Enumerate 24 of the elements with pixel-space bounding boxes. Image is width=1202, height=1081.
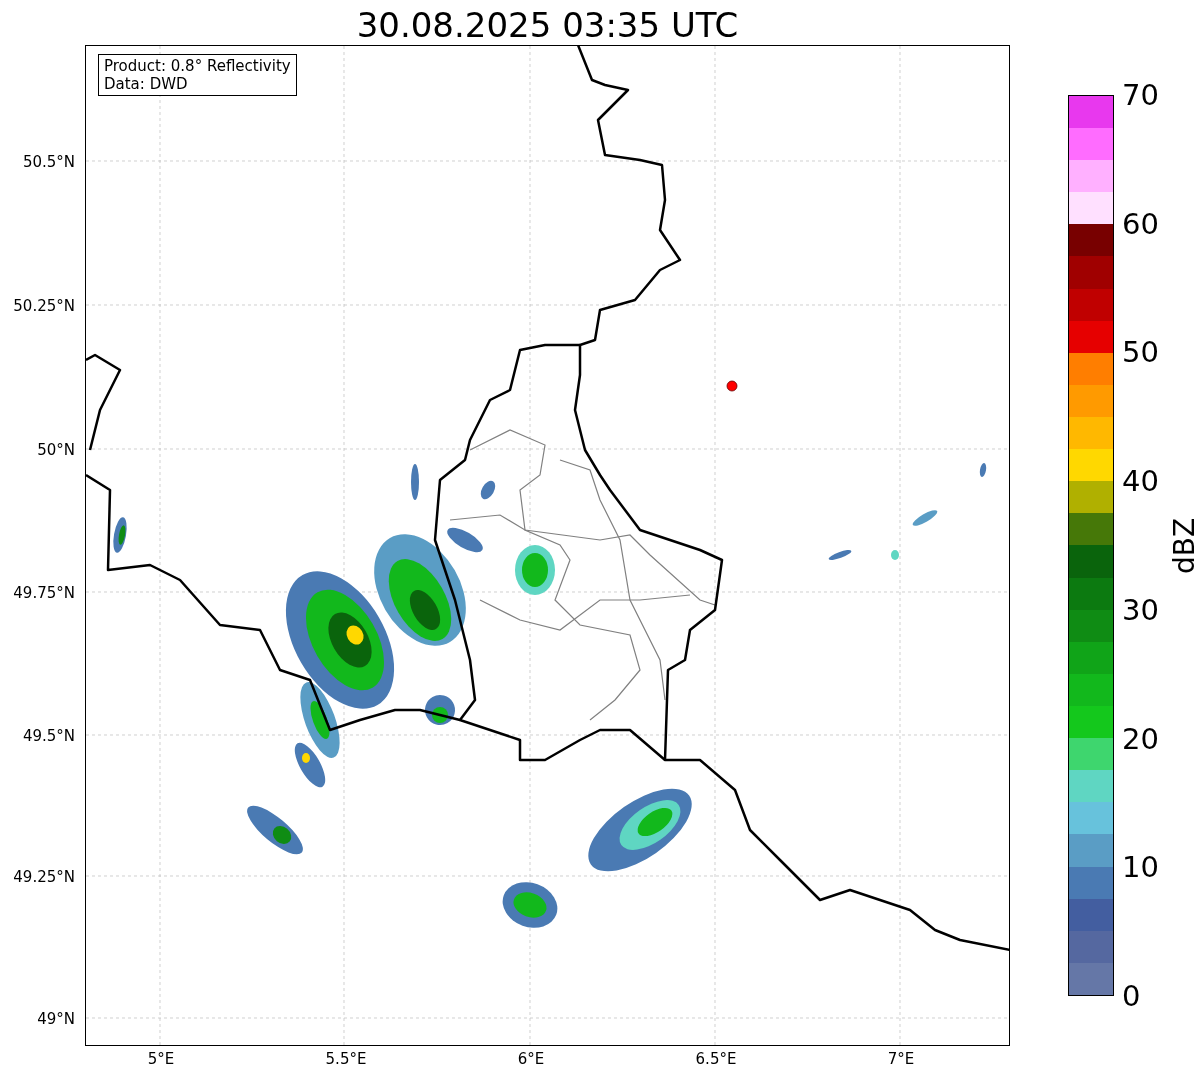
colorbar-axis-label: dBZ bbox=[1169, 516, 1201, 576]
colorbar-tick-label: 30 bbox=[1122, 593, 1159, 626]
colorbar-tick-label: 50 bbox=[1122, 336, 1159, 369]
latitude-label: 49°N bbox=[37, 1010, 75, 1028]
colorbar-tick-label: 40 bbox=[1122, 465, 1159, 498]
latitude-label: 50°N bbox=[37, 441, 75, 459]
longitude-label: 5.5°E bbox=[324, 1050, 368, 1068]
longitude-label: 6.5°E bbox=[694, 1050, 738, 1068]
legend-text: Product: 0.8° Reflectivity bbox=[104, 57, 291, 75]
colorbar-tick-label: 60 bbox=[1122, 207, 1159, 240]
latitude-label: 49.25°N bbox=[13, 868, 75, 886]
longitude-label: 7°E bbox=[886, 1050, 916, 1068]
latitude-label: 50.25°N bbox=[13, 297, 75, 315]
legend-text: Data: DWD bbox=[104, 75, 189, 93]
colorbar-tick-label: 20 bbox=[1122, 722, 1159, 755]
latitude-label: 49.75°N bbox=[13, 584, 75, 602]
latitude-label: 49.5°N bbox=[22, 727, 75, 745]
latitude-label: 50.5°N bbox=[22, 153, 75, 171]
longitude-label: 5°E bbox=[146, 1050, 176, 1068]
colorbar-tick-label: 70 bbox=[1122, 79, 1159, 111]
chart-title: 30.08.2025 03:35 UTC bbox=[355, 4, 740, 46]
colorbar-tick-label: 10 bbox=[1122, 851, 1159, 884]
colorbar-tick-label: 0 bbox=[1122, 980, 1141, 1012]
longitude-label: 6°E bbox=[516, 1050, 546, 1068]
